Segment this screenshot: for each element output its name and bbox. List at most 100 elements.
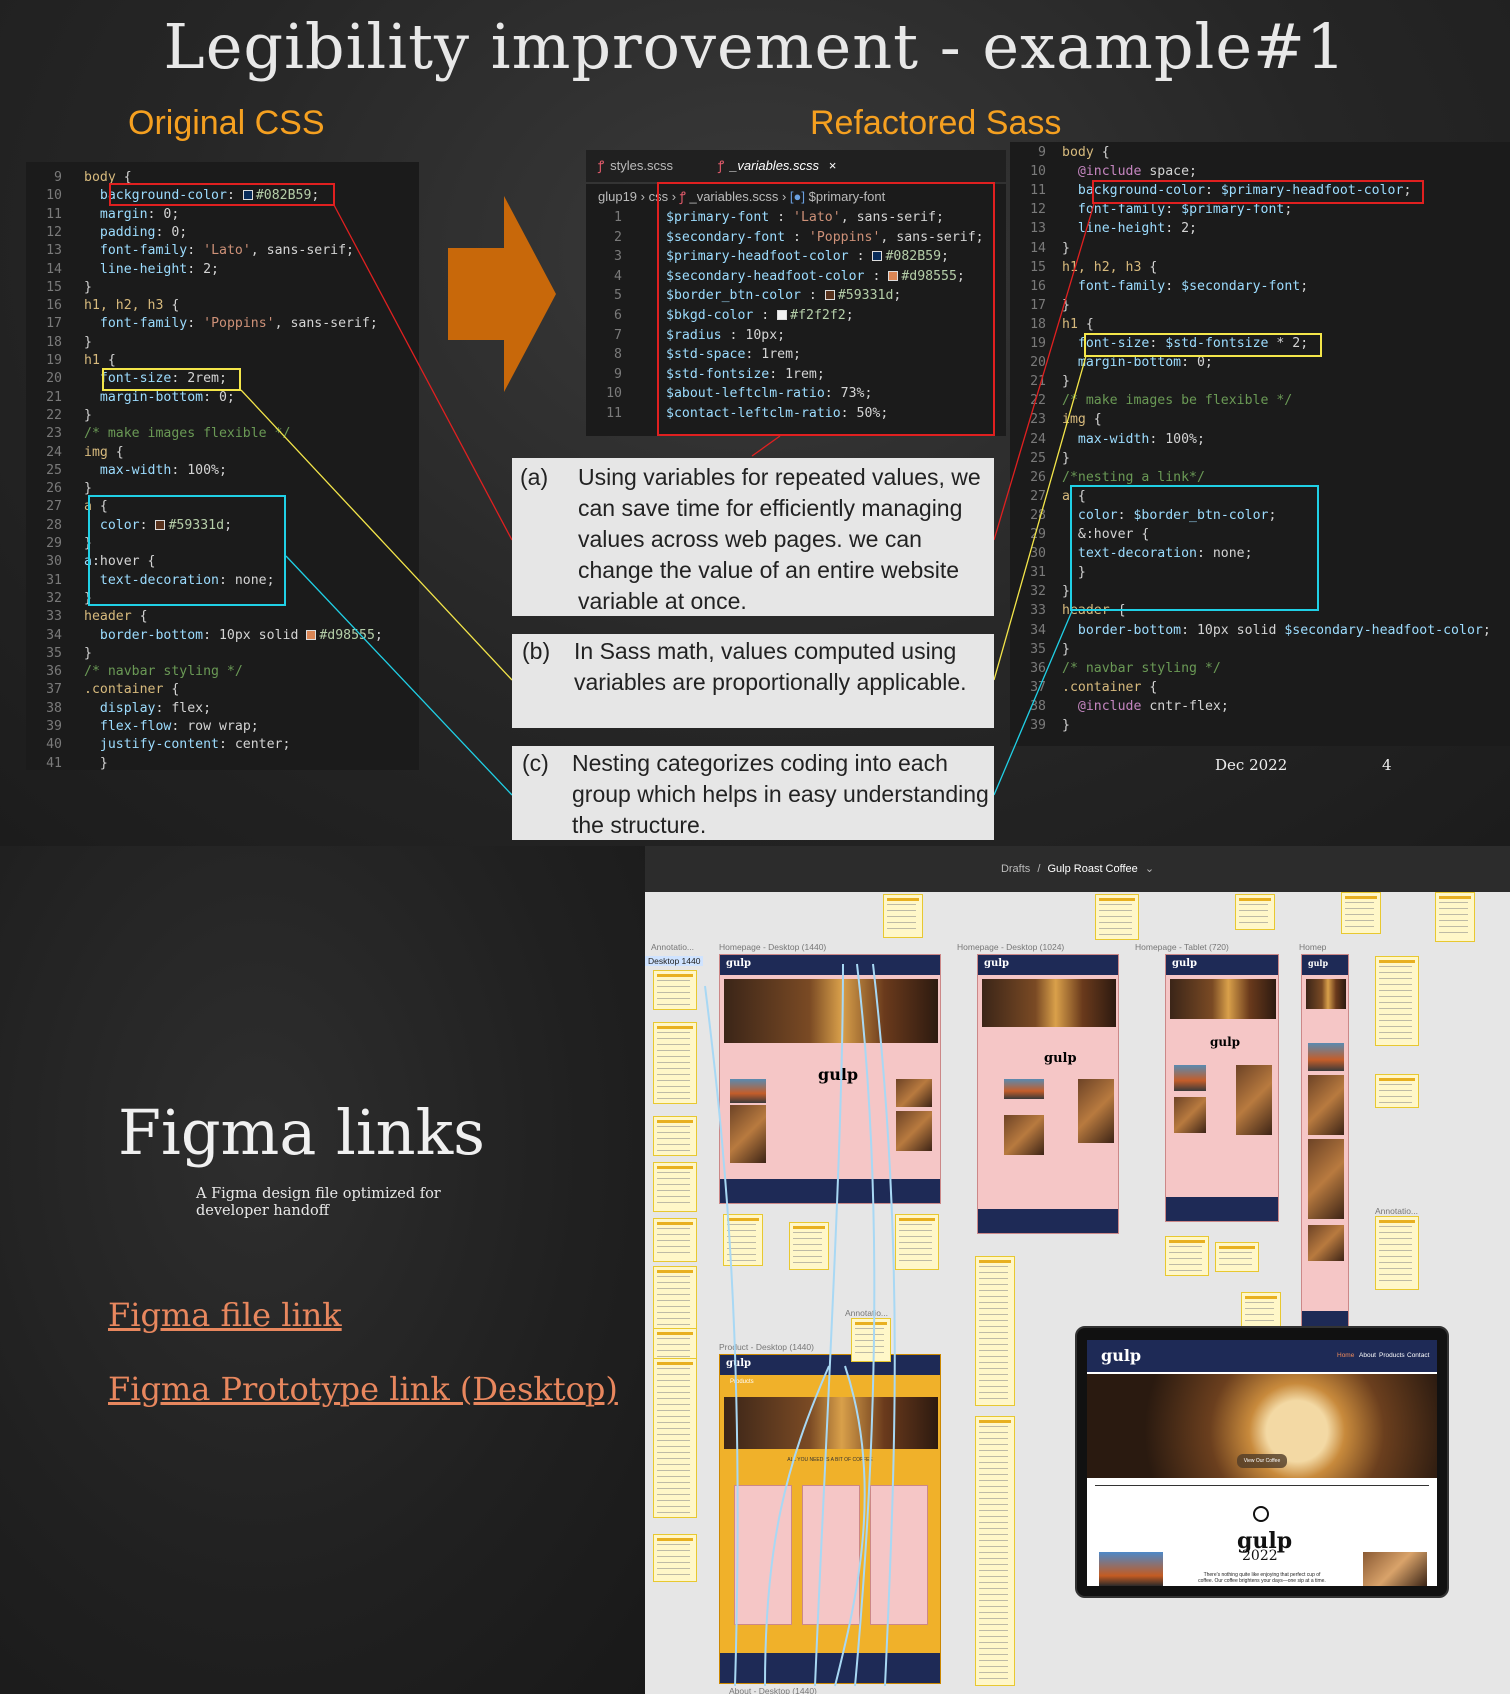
- frame-product-1440[interactable]: gulp Products ALL YOU NEED IS A BIT OF C…: [719, 1354, 941, 1684]
- code-line: }: [1062, 297, 1070, 313]
- note-math: (b) In Sass math, values computed using …: [512, 634, 994, 728]
- code-line: margin-bottom: 0;: [1077, 355, 1213, 371]
- line-number: 37: [46, 682, 62, 698]
- nav-contact[interactable]: Contact: [1407, 1352, 1429, 1359]
- line-number: 16: [1030, 278, 1046, 294]
- frame-label[interactable]: Homepage - Desktop (1440): [719, 942, 826, 952]
- tab-variables-scss[interactable]: ꝭ _variables.scss ×: [718, 156, 836, 174]
- annotation-note[interactable]: [883, 894, 923, 938]
- frame-label[interactable]: About - Desktop (1440): [729, 1686, 817, 1694]
- code-line: .container {: [1062, 679, 1158, 695]
- annotation-note[interactable]: [653, 1358, 697, 1518]
- line-number: 39: [46, 719, 62, 734]
- note-label: (a): [520, 464, 549, 490]
- code-line: img {: [84, 444, 124, 460]
- annotation-note[interactable]: [1095, 894, 1139, 940]
- line-number: 35: [46, 645, 62, 661]
- frame-logo: gulp: [984, 958, 1010, 969]
- note-variables: (a) Using variables for repeated values,…: [512, 458, 994, 616]
- line-number: 13: [46, 243, 62, 259]
- annotation-note[interactable]: [1375, 1074, 1419, 1108]
- line-number: 17: [1030, 297, 1046, 313]
- note-text: Using variables for repeated values, we …: [578, 464, 981, 614]
- chevron-down-icon[interactable]: ⌄: [1145, 863, 1154, 875]
- nav-products[interactable]: Products: [1379, 1352, 1405, 1359]
- file-name[interactable]: Gulp Roast Coffee: [1047, 863, 1137, 875]
- frame-homepage-mobile[interactable]: gulp: [1301, 954, 1349, 1352]
- annotation-label: Annotatio...: [651, 942, 695, 952]
- annotation-note[interactable]: [851, 1318, 891, 1362]
- line-number: 28: [46, 517, 62, 533]
- frame-label[interactable]: Homepage - Tablet (720): [1135, 942, 1229, 952]
- annotation-note[interactable]: [1235, 894, 1275, 930]
- annotation-label: Annotatio...: [1375, 1206, 1419, 1216]
- code-line: img {: [1062, 412, 1102, 428]
- highlight-bgcolor-sass: [1092, 180, 1424, 204]
- code-line: h1 {: [1062, 316, 1094, 332]
- laptop-nav: gulp Home About Products Contact: [1087, 1340, 1437, 1372]
- product-banner: ALL YOU NEED IS A BIT OF COFFEE: [787, 1457, 873, 1463]
- frame-homepage-tablet[interactable]: gulp gulp: [1165, 954, 1279, 1222]
- line-number: 26: [46, 481, 62, 497]
- drafts-link[interactable]: Drafts: [1001, 863, 1030, 875]
- line-number: 22: [46, 407, 62, 423]
- figma-prototype-link[interactable]: Figma Prototype link (Desktop): [108, 1370, 618, 1408]
- laptop-year: 2022: [1242, 1548, 1278, 1564]
- line-number: 41: [46, 755, 62, 771]
- annotation-note[interactable]: [653, 1266, 697, 1336]
- annotation-note[interactable]: [723, 1214, 763, 1266]
- annotation-note[interactable]: [653, 1162, 697, 1212]
- code-line: h1, h2, h3 {: [84, 298, 180, 314]
- code-line: /* make images be flexible */: [1062, 393, 1293, 409]
- annotation-note[interactable]: [653, 1534, 697, 1582]
- frame-label[interactable]: Homepage - Desktop (1024): [957, 942, 1064, 952]
- code-line: margin-bottom: 0;: [99, 389, 235, 405]
- annotation-note[interactable]: [1435, 892, 1475, 942]
- annotation-note[interactable]: [1375, 956, 1419, 1046]
- code-line: max-width: 100%;: [1077, 431, 1205, 447]
- nav-home[interactable]: Home: [1337, 1352, 1354, 1359]
- view-coffee-button[interactable]: View Our Coffee: [1237, 1454, 1287, 1468]
- code-line: max-width: 100%;: [99, 462, 227, 478]
- line-number: 14: [1030, 240, 1046, 256]
- line-number: 2: [614, 229, 622, 245]
- sass-file-icon: ꝭ: [718, 158, 725, 173]
- code-line: }: [84, 279, 92, 295]
- annotation-note[interactable]: [975, 1256, 1015, 1406]
- annotation-note[interactable]: [895, 1214, 939, 1270]
- brand-logo: gulp: [1210, 1035, 1241, 1049]
- breadcrumb-project[interactable]: glup19: [598, 189, 637, 204]
- annotation-note[interactable]: [789, 1222, 829, 1270]
- code-line: line-height: 2;: [1077, 221, 1197, 237]
- line-number: 18: [46, 334, 62, 350]
- annotation-note[interactable]: [1215, 1242, 1259, 1272]
- annotation-note[interactable]: [653, 1218, 697, 1262]
- frame-homepage-1440[interactable]: gulp gulp: [719, 954, 941, 1204]
- slide-date: Dec 2022: [1215, 756, 1288, 774]
- annotation-note[interactable]: [1341, 892, 1381, 934]
- line-number: 8: [614, 347, 622, 363]
- page-subtitle: A Figma design file optimized for develo…: [196, 1186, 441, 1219]
- tab-styles-scss[interactable]: ꝭ styles.scss: [598, 156, 673, 174]
- close-icon[interactable]: ×: [829, 158, 837, 173]
- slide-figma-links: Figma links A Figma design file optimize…: [0, 846, 1510, 1694]
- nav-about[interactable]: About: [1359, 1352, 1376, 1359]
- laptop-mockup: gulp Home About Products Contact View Ou…: [1075, 1326, 1449, 1598]
- frame-homepage-1024[interactable]: gulp gulp: [977, 954, 1119, 1234]
- frame-label[interactable]: Homep: [1299, 942, 1326, 952]
- figma-canvas-screenshot: Drafts / Gulp Roast Coffee ⌄ Desktop 144…: [645, 846, 1510, 1694]
- annotation-note[interactable]: [653, 1116, 697, 1156]
- annotation-note[interactable]: [653, 1022, 697, 1104]
- frame-label[interactable]: Product - Desktop (1440): [719, 1342, 814, 1352]
- line-number: 12: [1030, 202, 1046, 218]
- line-number: 36: [1030, 660, 1046, 676]
- annotation-note[interactable]: [653, 970, 697, 1010]
- line-number: 30: [46, 554, 62, 570]
- frame-desktop-label[interactable]: Desktop 1440: [645, 956, 704, 966]
- annotation-note[interactable]: [975, 1416, 1015, 1686]
- line-number: 11: [46, 206, 62, 222]
- code-line: }: [84, 645, 92, 661]
- figma-file-link[interactable]: Figma file link: [108, 1296, 342, 1334]
- annotation-note[interactable]: [1165, 1236, 1209, 1276]
- annotation-note[interactable]: [1375, 1216, 1419, 1290]
